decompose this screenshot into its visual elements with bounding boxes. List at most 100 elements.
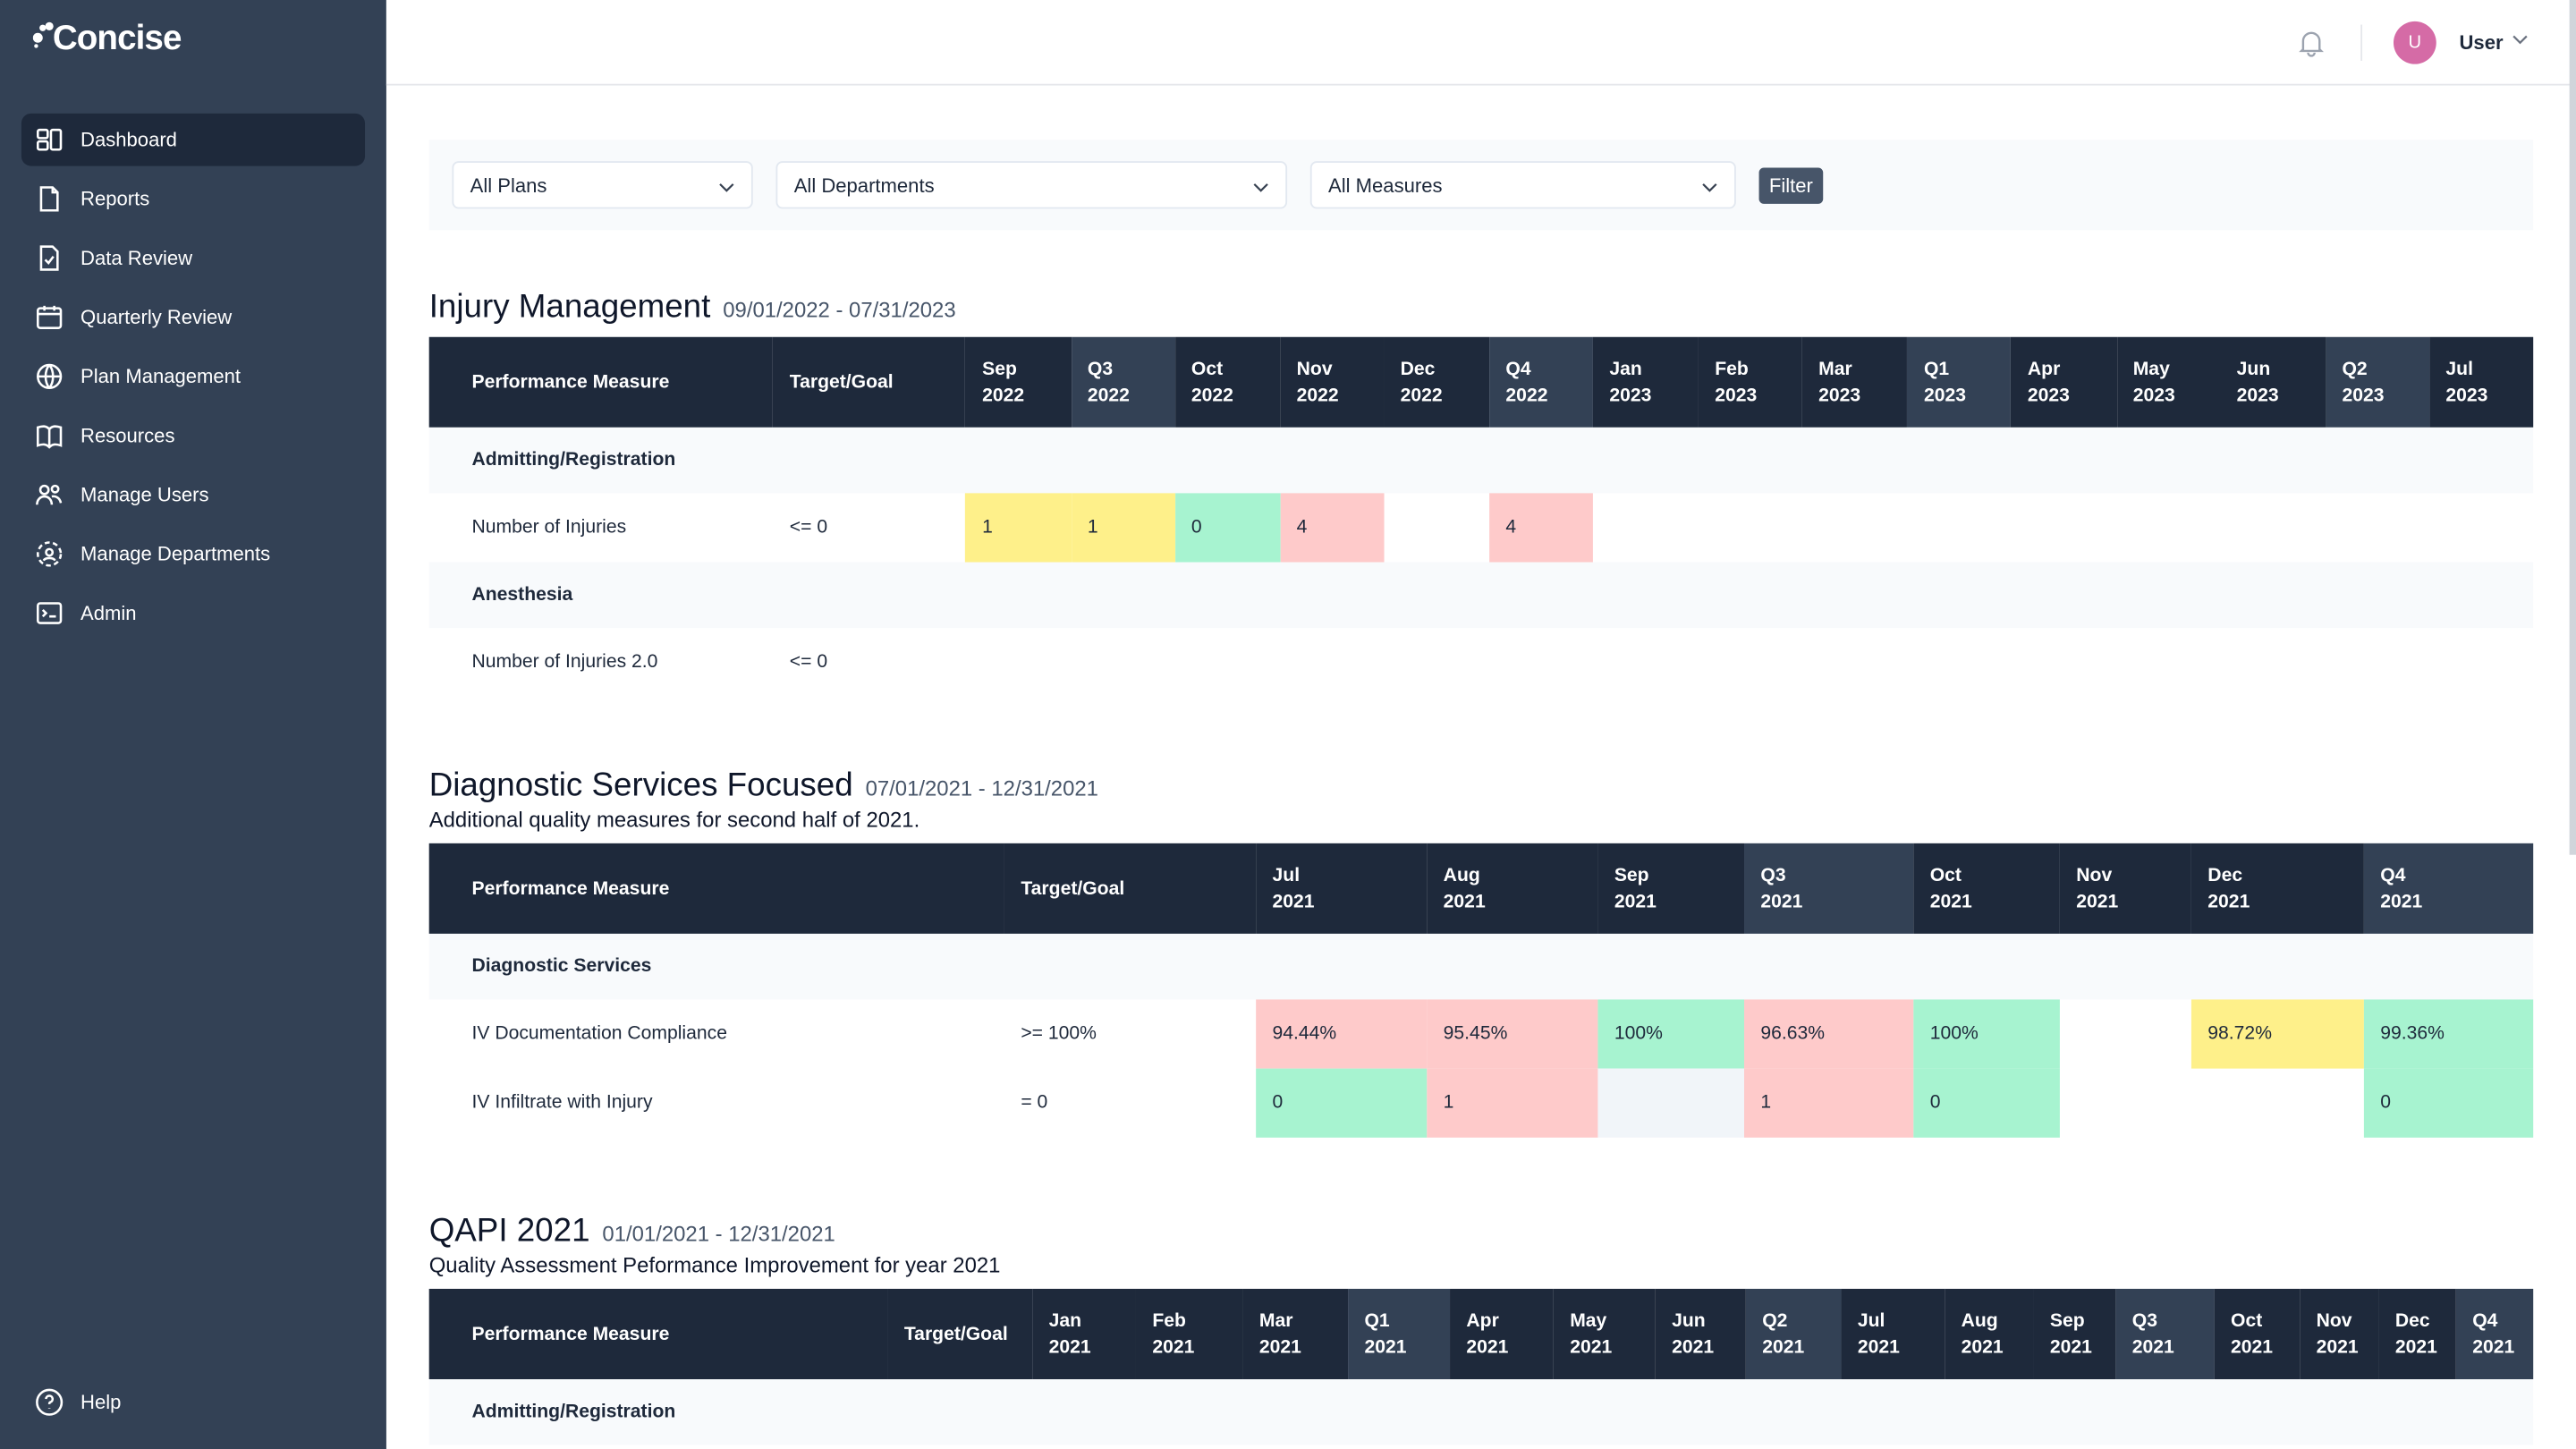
score-cell[interactable]: [2012, 493, 2117, 562]
column-header-label: Jun 2023: [2236, 359, 2279, 406]
sidebar-item-label: Manage Departments: [80, 542, 271, 566]
score-cell[interactable]: 0: [2363, 1068, 2534, 1138]
measure-name: IV Infiltrate with Injury: [471, 1093, 653, 1114]
score-cell[interactable]: [2116, 628, 2220, 697]
column-header: Q4 2021: [2363, 843, 2534, 934]
score-cell[interactable]: [1908, 628, 2012, 697]
score-cell[interactable]: [1908, 493, 2012, 562]
score-cell[interactable]: 100%: [1913, 999, 2060, 1069]
departments-icon: [36, 541, 63, 567]
terminal-icon: [36, 602, 63, 624]
column-header: Apr 2021: [1450, 1288, 1554, 1379]
group-row: Admitting/Registration: [428, 1378, 2534, 1445]
sidebar-item-admin[interactable]: Admin: [21, 587, 365, 640]
user-name[interactable]: User: [2459, 31, 2503, 55]
column-header-label: Nov 2022: [1296, 359, 1339, 406]
score-cell[interactable]: 1: [1071, 493, 1175, 563]
score-cell[interactable]: [2429, 493, 2533, 562]
dashboard-icon: [36, 128, 63, 151]
avatar[interactable]: U: [2393, 21, 2436, 64]
sidebar-item-reports[interactable]: Reports: [21, 173, 365, 225]
group-label: Diagnostic Services: [428, 933, 2534, 1000]
score-cell[interactable]: [1072, 628, 1175, 697]
column-header: Q3 2021: [2115, 1288, 2215, 1379]
filter-button[interactable]: Filter: [1758, 167, 1824, 204]
column-header-label: Aug 2021: [1961, 1310, 2004, 1358]
scorecard-table: Performance Measure Target/Goal Jul 2021 Aug…: [428, 843, 2534, 1138]
score-cell[interactable]: 0: [1174, 493, 1281, 563]
score-cell[interactable]: 4: [1280, 493, 1385, 563]
sidebar-item-quarterly-review[interactable]: Quarterly Review: [21, 291, 365, 343]
score-cell[interactable]: [2012, 628, 2117, 697]
plans-select[interactable]: All Plans: [452, 161, 753, 209]
score-cell[interactable]: 95.45%: [1427, 999, 1598, 1069]
column-header: Q4 2022: [1489, 336, 1594, 428]
column-header: Dec 2022: [1384, 336, 1490, 428]
score-cell[interactable]: [2060, 999, 2191, 1068]
column-header-label: Jan 2021: [1048, 1310, 1091, 1358]
score-cell[interactable]: [2116, 493, 2220, 562]
score-cell[interactable]: [2220, 628, 2326, 697]
sidebar-item-resources[interactable]: Resources: [21, 410, 365, 462]
score-cell[interactable]: [1489, 628, 1593, 697]
app-root: Concise Dashboard Reports Data Review Quart…: [0, 0, 2576, 1449]
sidebar-item-data-review[interactable]: Data Review: [21, 232, 365, 284]
score-cell[interactable]: 0: [1256, 1068, 1428, 1138]
score-cell[interactable]: 98.72%: [2190, 999, 2364, 1069]
score-cell[interactable]: [2060, 1069, 2191, 1138]
score-cell[interactable]: 100%: [1597, 999, 1745, 1069]
measures-select-value: All Measures: [1328, 173, 1443, 197]
page-scrollbar[interactable]: [2569, 0, 2576, 855]
sidebar-item-manage-users[interactable]: Manage Users: [21, 469, 365, 521]
logo[interactable]: Concise: [32, 20, 182, 59]
score-cell[interactable]: 1: [965, 493, 1072, 563]
score-cell[interactable]: [1802, 493, 1908, 562]
score-cell[interactable]: 94.44%: [1256, 999, 1428, 1069]
score-cell[interactable]: [1384, 493, 1489, 562]
section-subtitle: Quality Assessment Peformance Improvemen…: [428, 1252, 1001, 1278]
score-cell[interactable]: [1174, 628, 1280, 697]
score-cell[interactable]: 0: [1913, 1068, 2060, 1138]
score-cell[interactable]: [966, 628, 1072, 697]
measures-select[interactable]: All Measures: [1309, 161, 1736, 209]
bell-icon[interactable]: [2297, 28, 2326, 57]
score-cell[interactable]: [1593, 628, 1699, 697]
score-cell[interactable]: [1699, 493, 1802, 562]
column-header: Sep 2021: [1597, 843, 1745, 934]
score-cell[interactable]: [2429, 628, 2533, 697]
score-cell[interactable]: [2220, 493, 2326, 562]
score-cell[interactable]: 4: [1489, 493, 1594, 563]
score-cell[interactable]: [1802, 628, 1908, 697]
sidebar-item-label: Reports: [80, 187, 150, 211]
score-cell[interactable]: [1280, 628, 1384, 697]
column-header-label: Jun 2021: [1672, 1310, 1715, 1358]
chevron-down-icon: [1702, 183, 1717, 192]
chevron-down-icon[interactable]: [2512, 31, 2528, 47]
column-header-label: Oct 2021: [2231, 1310, 2274, 1358]
score-cell[interactable]: [2191, 1069, 2364, 1138]
score-cell[interactable]: 1: [1427, 1068, 1598, 1138]
filter-area: All Plans All Departments All Measures F…: [428, 140, 2534, 231]
column-header-label: Apr 2021: [1466, 1310, 1509, 1358]
sidebar-item-label: Manage Users: [80, 483, 209, 507]
sidebar-item-manage-departments[interactable]: Manage Departments: [21, 528, 365, 580]
score-cell[interactable]: [1597, 1068, 1745, 1138]
group-row: Diagnostic Services: [428, 933, 2534, 1000]
column-header: Feb 2021: [1135, 1288, 1243, 1379]
scorecard-section: Injury Management 09/01/2022 - 07/31/202…: [428, 289, 2534, 697]
sidebar-item-plan-management[interactable]: Plan Management: [21, 350, 365, 402]
sidebar-item-dashboard[interactable]: Dashboard: [21, 113, 366, 166]
departments-select[interactable]: All Departments: [775, 161, 1288, 209]
score-cell[interactable]: [1593, 493, 1699, 562]
score-cell[interactable]: 99.36%: [2363, 999, 2534, 1069]
score-cell[interactable]: [1384, 628, 1489, 697]
score-cell[interactable]: [1699, 628, 1802, 697]
column-header: Jul 2021: [1841, 1288, 1945, 1379]
score-cell[interactable]: 96.63%: [1744, 999, 1914, 1069]
sidebar-item-help[interactable]: Help: [21, 1376, 365, 1428]
score-cell[interactable]: [2326, 493, 2429, 562]
section-title-text: Diagnostic Services Focused: [428, 767, 853, 804]
score-cell[interactable]: [2326, 628, 2429, 697]
score-cell[interactable]: 1: [1744, 1068, 1914, 1138]
table-header-row: Performance Measure Target/Goal Jan 2021 Feb…: [428, 1288, 2534, 1379]
